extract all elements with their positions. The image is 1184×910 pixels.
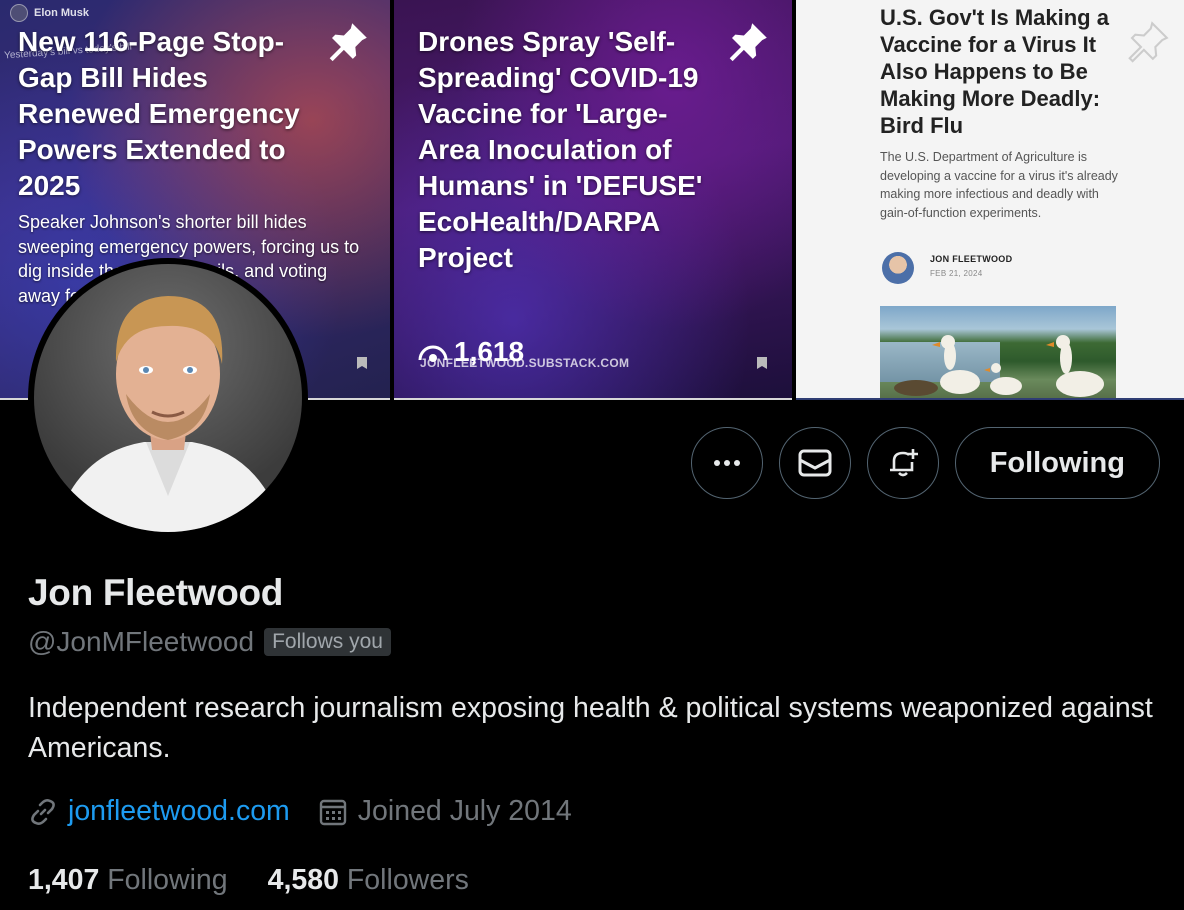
following-count: 1,407 (28, 864, 100, 896)
link-icon (31, 798, 55, 825)
author-avatar (882, 252, 914, 284)
follows-you-badge: Follows you (264, 628, 391, 656)
joined-date: Joined July 2014 (357, 795, 572, 827)
tile-title: New 116-Page Stop-Gap Bill Hides Renewed… (18, 26, 300, 201)
article-author: JON FLEETWOOD (930, 254, 1013, 264)
profile-avatar[interactable] (28, 258, 308, 538)
bookmark-icon (757, 357, 767, 369)
more-button[interactable] (690, 427, 763, 499)
pinned-post-tile-2[interactable]: Drones Spray 'Self-Spreading' COVID-19 V… (394, 0, 792, 400)
message-button[interactable] (778, 427, 851, 499)
pin-icon (729, 23, 767, 62)
pin-icon (1128, 21, 1169, 63)
followers-label: Followers (346, 864, 469, 896)
pinned-post-tile-3[interactable]: U.S. Gov't Is Making a Vaccine for a Vir… (796, 0, 1184, 400)
article-title: U.S. Gov't Is Making a Vaccine for a Vir… (880, 5, 1109, 138)
more-icon (713, 460, 740, 466)
article-dek: The U.S. Department of Agriculture is de… (880, 150, 1118, 220)
envelope-icon (798, 449, 832, 477)
bell-plus-icon (889, 449, 918, 477)
article-photo (880, 306, 1116, 398)
follow-counts: 1,407 Following 4,580 Followers (28, 864, 469, 897)
pin-icon (329, 23, 367, 62)
followers-count-link[interactable]: 4,580 Followers (268, 864, 469, 897)
website-item: jonfleetwood.com (28, 795, 290, 828)
notify-button[interactable] (866, 427, 939, 499)
following-count-link[interactable]: 1,407 Following (28, 864, 228, 897)
profile-bio: Independent research journalism exposing… (28, 692, 1153, 764)
following-button[interactable]: Following (954, 427, 1160, 499)
followers-count: 4,580 (267, 864, 339, 896)
profile-meta: jonfleetwood.com Joined July 2014 (28, 795, 572, 828)
source-name: Elon Musk (34, 7, 90, 19)
display-name: Jon Fleetwood (28, 572, 284, 613)
website-link[interactable]: jonfleetwood.com (68, 795, 290, 828)
source-avatar (10, 4, 28, 22)
joined-item: Joined July 2014 (318, 795, 572, 828)
embedded-post-source: Elon Musk (10, 4, 89, 22)
link-domain: JONFLEETWOOD.SUBSTACK.COM (420, 356, 630, 370)
avatar-photo (34, 264, 302, 532)
bookmark-icon (357, 357, 367, 369)
article-date: FEB 21, 2024 (930, 269, 983, 278)
user-handle: @JonMFleetwood (28, 626, 255, 657)
following-label: Following (107, 864, 228, 896)
profile-actions: Following (690, 427, 1160, 499)
tile-title: Drones Spray 'Self-Spreading' COVID-19 V… (418, 26, 703, 273)
calendar-icon (319, 799, 346, 825)
handle-row: @JonMFleetwood Follows you (28, 626, 391, 658)
